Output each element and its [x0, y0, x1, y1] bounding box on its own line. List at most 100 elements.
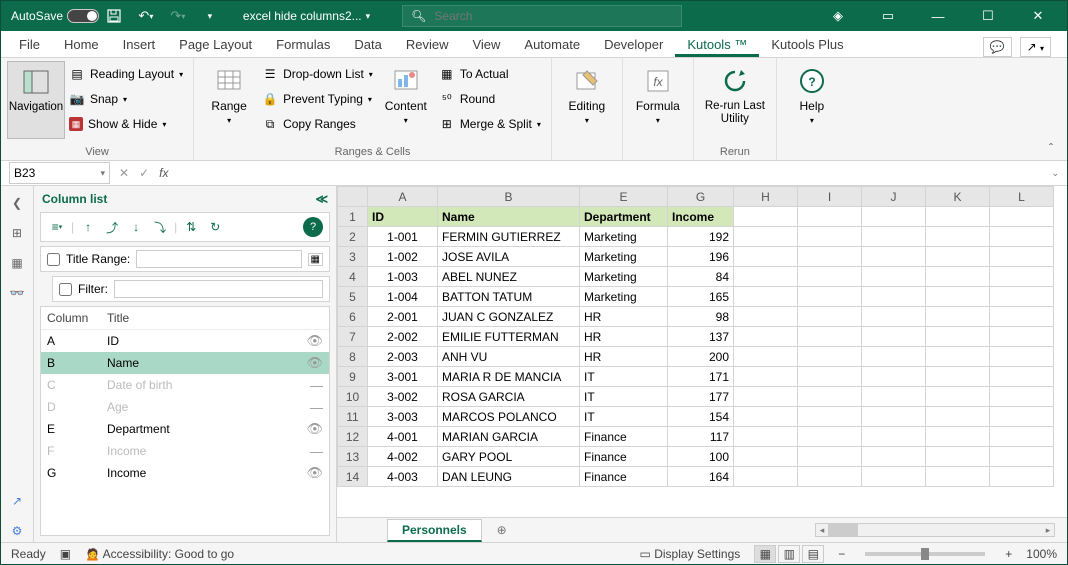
cell[interactable] [798, 407, 862, 427]
cell[interactable]: Marketing [580, 247, 668, 267]
binoculars-icon[interactable]: 👓 [6, 282, 28, 304]
cell[interactable] [862, 367, 926, 387]
tab-view[interactable]: View [460, 32, 512, 57]
cell[interactable]: 98 [668, 307, 734, 327]
to-actual-button[interactable]: ▦To Actual [435, 63, 545, 85]
cell[interactable] [990, 267, 1054, 287]
cell[interactable] [926, 307, 990, 327]
cell[interactable] [862, 307, 926, 327]
zoom-slider[interactable] [865, 552, 985, 556]
round-button[interactable]: ⁵⁰Round [435, 88, 545, 110]
cell[interactable]: Finance [580, 427, 668, 447]
tab-file[interactable]: File [7, 32, 52, 57]
cell[interactable]: 4-003 [368, 467, 438, 487]
prevent-typing-button[interactable]: 🔒Prevent Typing ▾ [258, 88, 377, 110]
cell[interactable]: 192 [668, 227, 734, 247]
maximize-icon[interactable]: ☐ [973, 2, 1003, 30]
cell[interactable] [862, 447, 926, 467]
cell[interactable]: 165 [668, 287, 734, 307]
cell[interactable] [862, 467, 926, 487]
filter-checkbox[interactable] [59, 283, 72, 296]
ribbon-display-icon[interactable]: ▭ [873, 2, 903, 30]
external-link-icon[interactable]: ↗ [6, 490, 28, 512]
cell[interactable]: 171 [668, 367, 734, 387]
cloud-icon[interactable]: ◈ [823, 2, 853, 30]
cell[interactable] [990, 407, 1054, 427]
col-header[interactable]: J [862, 187, 926, 207]
cell[interactable]: IT [580, 367, 668, 387]
range-picker-icon[interactable]: ▦ [308, 253, 323, 266]
cell[interactable] [798, 287, 862, 307]
cell[interactable] [734, 327, 798, 347]
column-list-row[interactable]: FIncome— [41, 440, 329, 462]
cell[interactable] [862, 247, 926, 267]
cell[interactable] [926, 467, 990, 487]
cell[interactable]: HR [580, 307, 668, 327]
data-header[interactable]: Department [580, 207, 668, 227]
col-header[interactable]: B [438, 187, 580, 207]
col-header[interactable]: H [734, 187, 798, 207]
col-header[interactable]: G [668, 187, 734, 207]
visibility-icon[interactable]: — [310, 378, 323, 393]
cell[interactable] [990, 387, 1054, 407]
navigation-button[interactable]: Navigation [7, 61, 65, 139]
column-list-row[interactable]: DAge— [41, 396, 329, 418]
normal-view-icon[interactable]: ▦ [754, 545, 776, 563]
cell[interactable] [798, 327, 862, 347]
cell[interactable]: GARY POOL [438, 447, 580, 467]
formula-input[interactable] [176, 162, 1043, 184]
data-header[interactable]: ID [368, 207, 438, 227]
cell[interactable] [862, 287, 926, 307]
cell[interactable] [734, 367, 798, 387]
cell[interactable]: 3-002 [368, 387, 438, 407]
cell[interactable]: FERMIN GUTIERREZ [438, 227, 580, 247]
minimize-icon[interactable]: — [923, 2, 953, 30]
cell[interactable]: Marketing [580, 267, 668, 287]
cell[interactable]: 2-002 [368, 327, 438, 347]
content-button[interactable]: Content▾ [377, 61, 435, 139]
cell[interactable] [926, 407, 990, 427]
cell[interactable]: 3-001 [368, 367, 438, 387]
col-header[interactable]: L [990, 187, 1054, 207]
cell[interactable]: BATTON TATUM [438, 287, 580, 307]
cell[interactable] [926, 367, 990, 387]
tab-formulas[interactable]: Formulas [264, 32, 342, 57]
cell[interactable]: ANH VU [438, 347, 580, 367]
cell[interactable] [990, 427, 1054, 447]
top-icon[interactable]: ⤴ [102, 217, 122, 237]
cell[interactable] [734, 427, 798, 447]
data-header[interactable]: Name [438, 207, 580, 227]
cell[interactable]: 117 [668, 427, 734, 447]
save-icon[interactable] [103, 5, 125, 27]
cell[interactable] [926, 327, 990, 347]
column-list-row[interactable]: EDepartment👁 [41, 418, 329, 440]
tab-automate[interactable]: Automate [512, 32, 592, 57]
row-header[interactable]: 6 [338, 307, 368, 327]
col-header[interactable]: I [798, 187, 862, 207]
cell[interactable]: 3-003 [368, 407, 438, 427]
cell[interactable]: 154 [668, 407, 734, 427]
show-hide-button[interactable]: ▦Show & Hide ▾ [65, 113, 187, 135]
confirm-icon[interactable]: ✓ [139, 166, 149, 180]
cell[interactable] [734, 307, 798, 327]
cell[interactable] [990, 347, 1054, 367]
cell[interactable]: ROSA GARCIA [438, 387, 580, 407]
merge-split-button[interactable]: ⊞Merge & Split ▾ [435, 113, 545, 135]
row-header[interactable]: 2 [338, 227, 368, 247]
tool-2-icon[interactable]: ▦ [6, 252, 28, 274]
cell[interactable]: ABEL NUNEZ [438, 267, 580, 287]
cell[interactable] [798, 247, 862, 267]
cell[interactable] [862, 427, 926, 447]
cell[interactable] [926, 427, 990, 447]
col-header[interactable]: K [926, 187, 990, 207]
row-header[interactable]: 10 [338, 387, 368, 407]
cell[interactable] [862, 267, 926, 287]
cell[interactable]: 177 [668, 387, 734, 407]
snap-button[interactable]: 📷Snap ▾ [65, 88, 187, 110]
cell[interactable]: 100 [668, 447, 734, 467]
cancel-icon[interactable]: ✕ [119, 166, 129, 180]
visibility-icon[interactable]: — [310, 400, 323, 415]
page-break-icon[interactable]: ▤ [802, 545, 824, 563]
cell[interactable] [798, 347, 862, 367]
display-settings-button[interactable]: ▭ Display Settings [640, 547, 741, 561]
